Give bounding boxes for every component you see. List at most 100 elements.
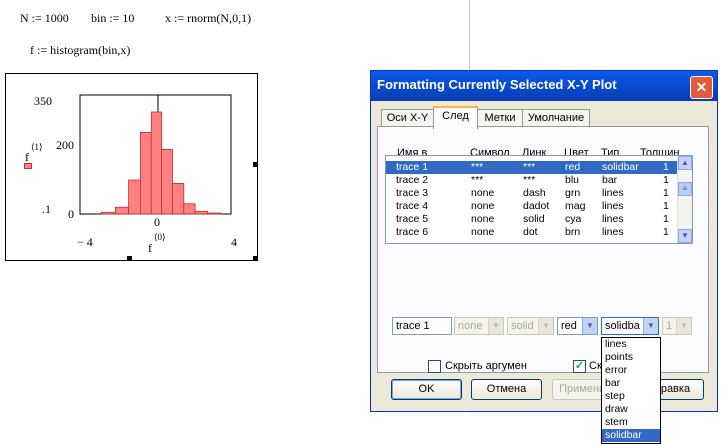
definition-f[interactable]: f := histogram(bin,x) [30, 43, 130, 58]
trace-line: dash [523, 187, 546, 199]
trace-symbol: *** [471, 161, 484, 173]
type-option-error[interactable]: error [602, 364, 660, 377]
type-select-value: solidba [605, 320, 640, 332]
histogram-bar [194, 210, 208, 215]
histogram-bar [206, 212, 221, 215]
dialog-titlebar[interactable]: Formatting Currently Selected X-Y Plot ✕ [371, 71, 717, 101]
trace-line: dadot [523, 200, 550, 212]
chevron-down-icon: ▼ [538, 318, 553, 334]
resize-handle-right[interactable] [253, 162, 258, 167]
definition-x[interactable]: x := rnorm(N,0,1) [165, 11, 251, 26]
second-checkbox[interactable]: ✓ [573, 360, 586, 373]
scroll-down-icon[interactable]: ▼ [678, 229, 692, 243]
format-xy-plot-dialog: Formatting Currently Selected X-Y Plot ✕… [370, 70, 718, 444]
weight-select: 1 ▼ [662, 317, 692, 335]
chevron-down-icon[interactable]: ▼ [643, 318, 658, 334]
type-option-points[interactable]: points [602, 351, 660, 364]
hide-arguments-checkbox[interactable] [428, 360, 441, 373]
second-checkbox-label: Ск [589, 360, 602, 372]
type-select[interactable]: solidba ▼ [601, 317, 659, 335]
trace-symbol: none [471, 187, 495, 199]
table-row[interactable]: trace 1 *** *** red solidbar 1 [386, 161, 678, 174]
trace-weight: 1 [663, 174, 669, 186]
scroll-up-icon[interactable]: ▲ [678, 156, 692, 170]
histogram-bar [150, 111, 163, 215]
color-select[interactable]: red ▼ [557, 317, 598, 335]
type-option-step[interactable]: step [602, 390, 660, 403]
trace-name: trace 3 [396, 187, 429, 199]
trace-name: trace 4 [396, 200, 429, 212]
trace-weight: 1 [663, 187, 669, 199]
hide-arguments-label: Скрыть аргумен [445, 360, 527, 372]
tab-defaults[interactable]: Умолчание [522, 109, 590, 127]
definition-n[interactable]: N := 1000 [20, 11, 69, 26]
tab-labels[interactable]: Метки [477, 109, 523, 127]
trace-list-scrollbar[interactable]: ▲ ≡ ▼ [677, 156, 692, 243]
trace-color: blu [565, 174, 580, 186]
dialog-title: Formatting Currently Selected X-Y Plot [377, 77, 617, 92]
histogram-bar [139, 132, 152, 215]
type-option-lines[interactable]: lines [602, 338, 660, 351]
trace-name: trace 1 [396, 161, 429, 173]
trace-color: grn [565, 187, 581, 199]
tab-traces[interactable]: След [433, 106, 478, 129]
resize-handle-bottom[interactable] [127, 256, 132, 261]
trace-weight: 1 [663, 161, 669, 173]
trace-type: lines [602, 226, 624, 238]
trace-name: trace 6 [396, 226, 429, 238]
trace-name-input[interactable]: trace 1 [392, 317, 452, 335]
x-axis-label-superscript: ⟨0⟩ [154, 232, 166, 242]
chevron-down-icon[interactable]: ▼ [582, 318, 597, 334]
trace-weight: 1 [663, 226, 669, 238]
trace-color: red [565, 161, 581, 173]
type-option-bar[interactable]: bar [602, 377, 660, 390]
xtick-mid: 0 [154, 215, 160, 229]
scroll-thumb[interactable]: ≡ [678, 182, 692, 196]
histogram-bar [161, 149, 173, 215]
trace-type: lines [602, 200, 624, 212]
table-row[interactable]: trace 4 none dadot mag lines 1 [386, 200, 678, 213]
type-option-solidbar[interactable]: solidbar [602, 429, 660, 442]
type-option-stem[interactable]: stem [602, 416, 660, 429]
color-select-value: red [561, 320, 577, 332]
trace-color: mag [565, 200, 586, 212]
ytick-bottom: 0 [68, 207, 74, 221]
type-option-draw[interactable]: draw [602, 403, 660, 416]
trace-color: cya [565, 213, 582, 225]
table-row[interactable]: trace 6 none dot brn lines 1 [386, 226, 678, 239]
symbol-select-value: none [458, 320, 483, 332]
trace-list[interactable]: trace 1 *** *** red solidbar 1 trace 2 *… [385, 155, 693, 244]
line-style-select-value: solid [511, 320, 534, 332]
ytick-top: 350 [34, 94, 52, 108]
xtick-left: − 4 [77, 235, 93, 249]
xy-plot-region[interactable]: 350 200 0 .1 f ⟨1⟩ − 4 0 4 f ⟨0⟩ [5, 73, 258, 261]
trace-symbol: none [471, 200, 495, 212]
xtick-right: 4 [231, 235, 237, 249]
tab-xy-axes[interactable]: Оси X-Y [381, 109, 434, 127]
histogram-bar [128, 179, 141, 215]
ytick-mid: 200 [56, 138, 74, 152]
trace-type: lines [602, 213, 624, 225]
x-axis-label[interactable]: f [148, 241, 152, 256]
resize-handle-corner[interactable] [253, 256, 258, 261]
chevron-down-icon: ▼ [488, 318, 503, 334]
table-row[interactable]: trace 5 none solid cya lines 1 [386, 213, 678, 226]
close-icon[interactable]: ✕ [690, 76, 713, 99]
type-dropdown-list[interactable]: lines points error bar step draw stem so… [601, 337, 661, 444]
ok-button[interactable]: OK [391, 379, 462, 400]
weight-select-value: 1 [666, 320, 673, 332]
histogram-bar [100, 211, 116, 215]
histogram-bar [183, 203, 196, 215]
trace-name: trace 2 [396, 174, 429, 186]
table-row[interactable]: trace 3 none dash grn lines 1 [386, 187, 678, 200]
definition-bin[interactable]: bin := 10 [91, 11, 134, 26]
trace-type: bar [602, 174, 618, 186]
histogram-bar [115, 206, 130, 215]
y-marker-text: .1 [42, 202, 51, 216]
trace-line: dot [523, 226, 538, 238]
table-row[interactable]: trace 2 *** *** blu bar 1 [386, 174, 678, 187]
line-style-select: solid ▼ [507, 317, 554, 335]
trace-color: brn [565, 226, 581, 238]
cancel-button[interactable]: Отмена [471, 379, 542, 400]
trace-type: lines [602, 187, 624, 199]
